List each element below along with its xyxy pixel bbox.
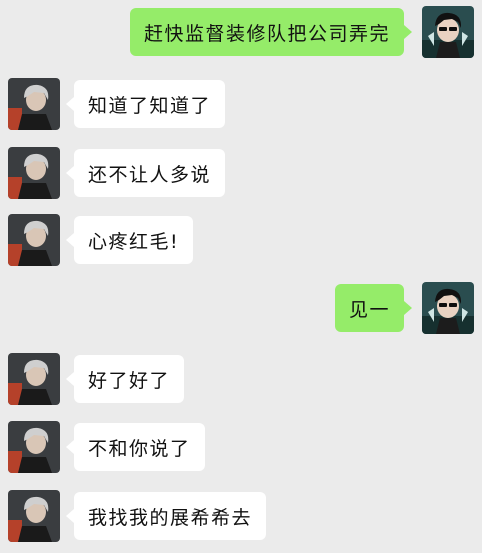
message-bubble-outgoing[interactable]: 见一 <box>334 284 413 332</box>
contact-avatar[interactable] <box>8 78 60 130</box>
message-row-incoming: 知道了知道了 <box>0 78 482 130</box>
message-row-incoming: 我找我的展希希去 <box>0 490 482 542</box>
self-avatar[interactable] <box>422 282 474 334</box>
self-avatar[interactable] <box>422 6 474 58</box>
message-row-outgoing: 见一 <box>0 282 482 334</box>
message-bubble-incoming[interactable]: 知道了知道了 <box>65 80 226 128</box>
contact-avatar[interactable] <box>8 147 60 199</box>
message-row-incoming: 不和你说了 <box>0 421 482 473</box>
message-bubble-incoming[interactable]: 不和你说了 <box>66 423 205 471</box>
message-row-incoming: 心疼红毛! <box>0 214 482 266</box>
contact-avatar[interactable] <box>8 421 60 473</box>
contact-avatar[interactable] <box>8 353 60 405</box>
message-row-outgoing: 赶快监督装修队把公司弄完 <box>0 6 482 58</box>
contact-avatar[interactable] <box>8 214 60 266</box>
message-row-incoming: 好了好了 <box>0 353 482 405</box>
message-row-incoming: 还不让人多说 <box>0 147 482 199</box>
message-bubble-incoming[interactable]: 我找我的展希希去 <box>65 492 267 540</box>
message-bubble-incoming[interactable]: 好了好了 <box>65 355 185 403</box>
message-bubble-incoming[interactable]: 心疼红毛! <box>65 216 194 264</box>
message-bubble-incoming[interactable]: 还不让人多说 <box>65 149 226 197</box>
chat-message-list[interactable]: 赶快监督装修队把公司弄完 知道了知道了 还不让人多说 心疼红毛! 见一 好了好了… <box>0 0 482 553</box>
contact-avatar[interactable] <box>8 490 60 542</box>
message-bubble-outgoing[interactable]: 赶快监督装修队把公司弄完 <box>129 8 413 56</box>
